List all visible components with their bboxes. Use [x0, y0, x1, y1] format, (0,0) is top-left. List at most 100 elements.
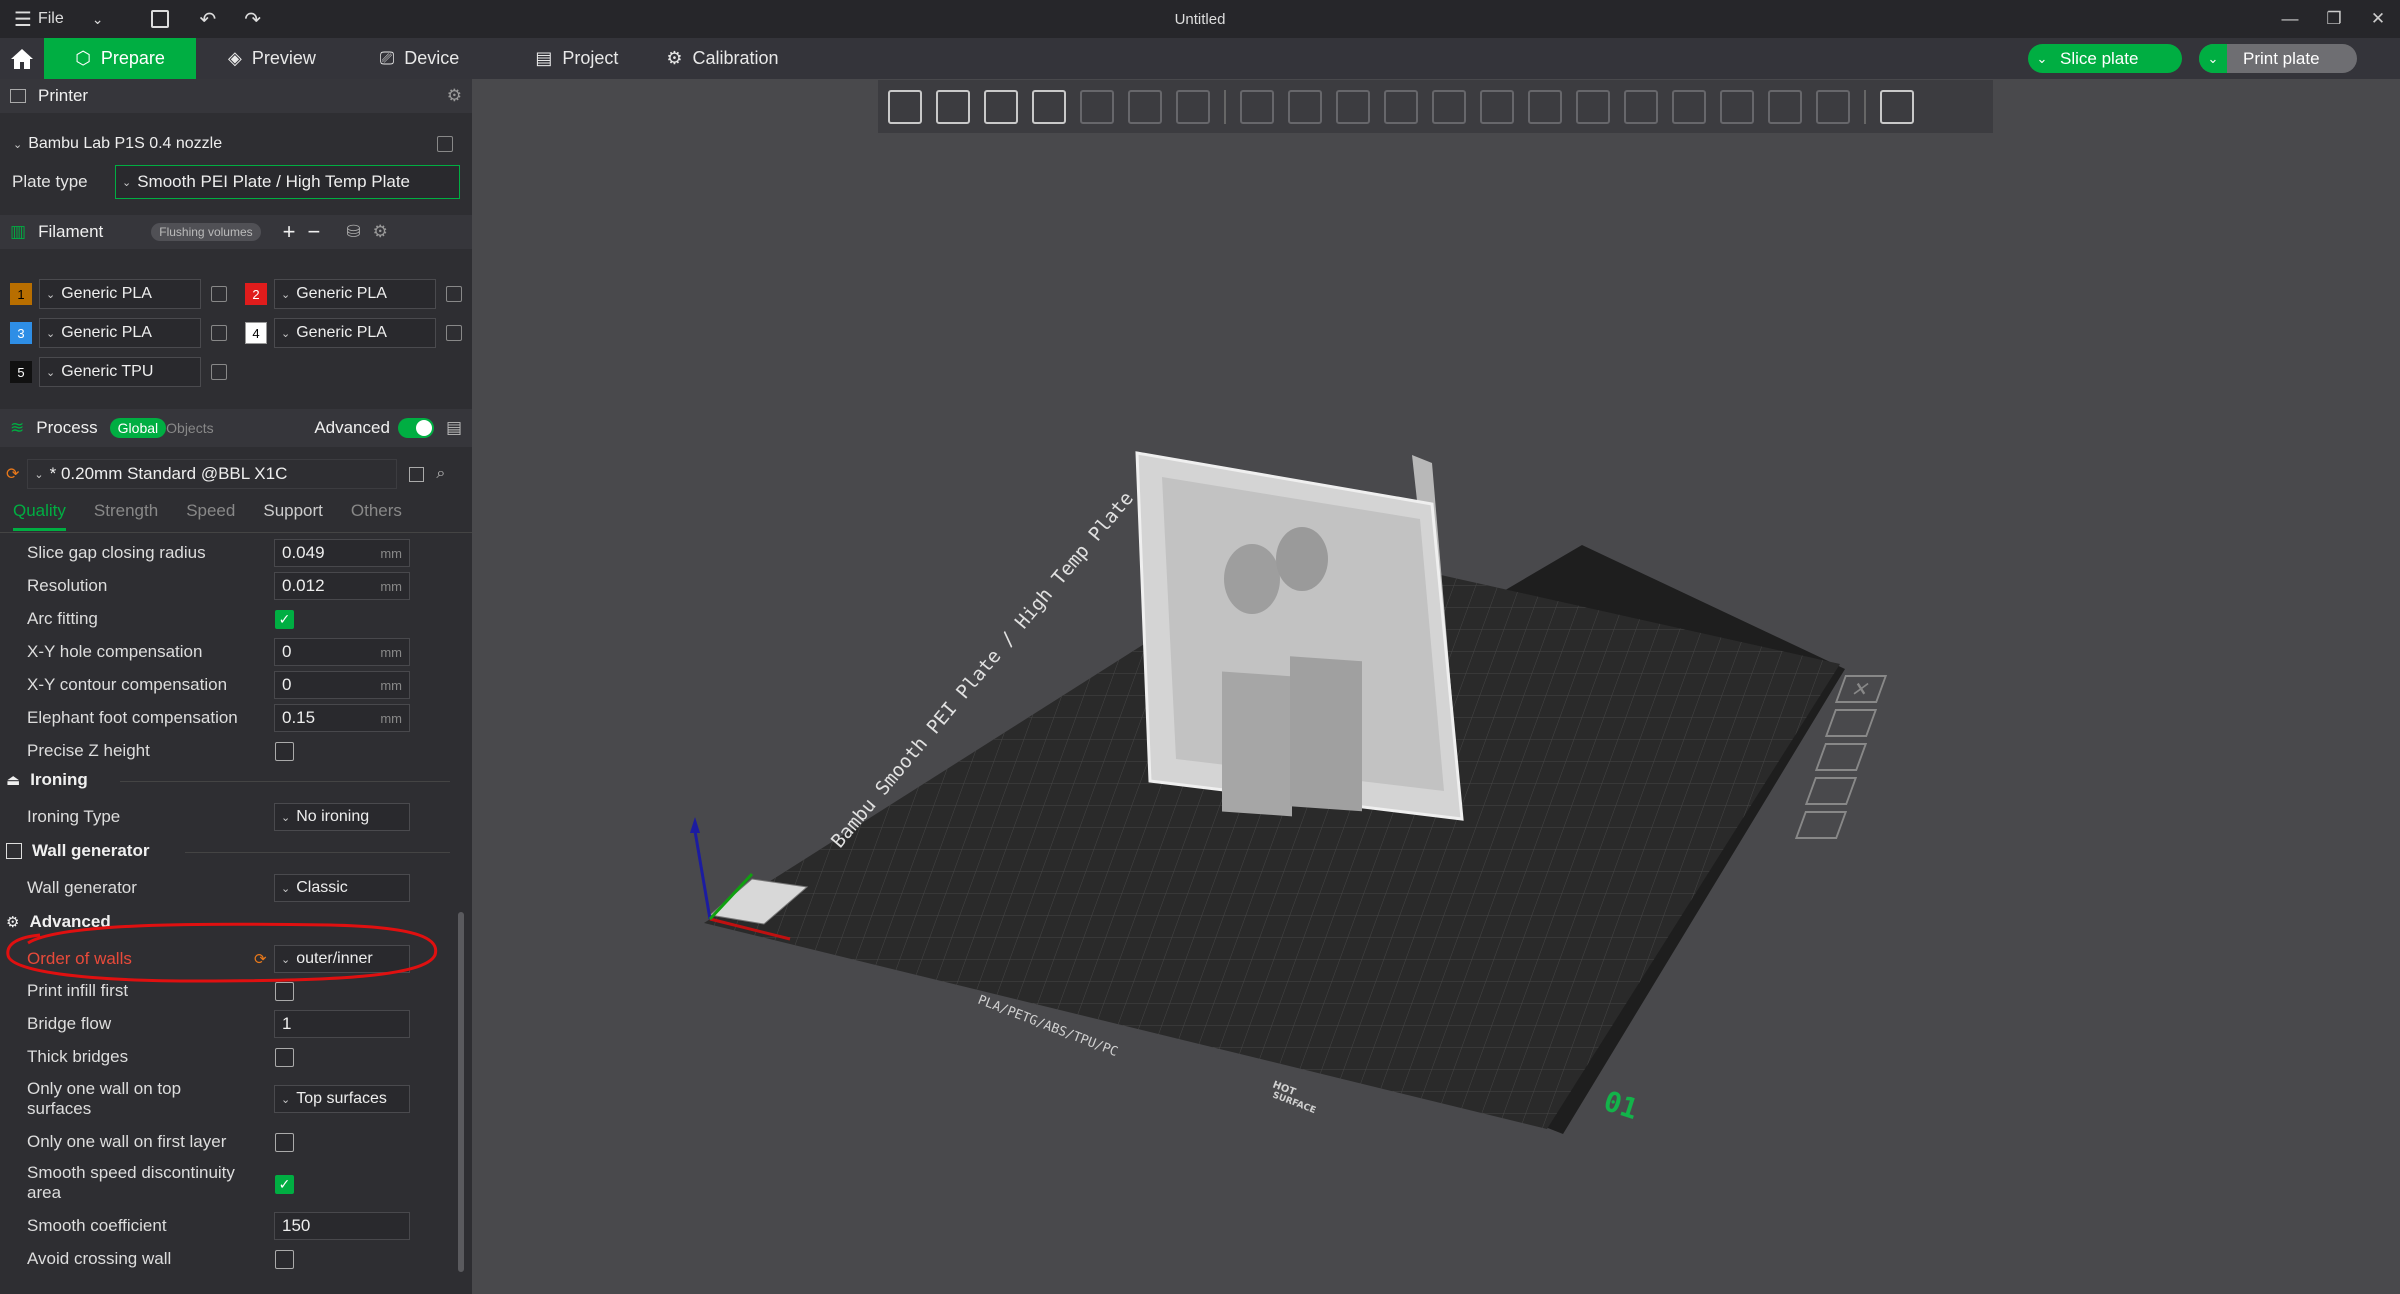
flushing-volumes-button[interactable]: Flushing volumes: [151, 223, 261, 241]
smooth-speed-checkbox[interactable]: ✓: [275, 1175, 294, 1194]
filament-color-swatch[interactable]: 4: [245, 322, 267, 344]
seam-painting-icon[interactable]: [1576, 89, 1610, 124]
setting-row: Wall generator ⌄ Classic: [0, 873, 455, 903]
slice-gap-input[interactable]: 0.049 mm: [274, 539, 410, 567]
xy-hole-input[interactable]: 0 mm: [274, 638, 410, 666]
sidebar-scrollbar[interactable]: [458, 912, 464, 1272]
edit-icon[interactable]: [211, 364, 227, 380]
redo-icon[interactable]: ↷: [244, 7, 261, 32]
filament-select[interactable]: ⌄ Generic PLA: [39, 279, 201, 309]
resolution-input[interactable]: 0.012 mm: [274, 572, 410, 600]
reset-icon[interactable]: ⟳: [6, 464, 19, 484]
filament-select[interactable]: ⌄ Generic PLA: [274, 318, 436, 348]
process-preset-select[interactable]: ⌄ * 0.20mm Standard @BBL X1C: [27, 459, 398, 489]
filament-color-swatch[interactable]: 1: [10, 283, 32, 305]
maximize-button[interactable]: ❐: [2312, 0, 2356, 38]
save-icon[interactable]: [151, 10, 170, 28]
wall-generator-select[interactable]: ⌄ Classic: [274, 874, 410, 902]
thick-bridges-checkbox[interactable]: [275, 1047, 294, 1067]
close-button[interactable]: ✕: [2356, 0, 2400, 38]
printer-preset-select[interactable]: ⌄ Bambu Lab P1S 0.4 nozzle: [6, 129, 431, 159]
remove-icon[interactable]: −: [307, 219, 320, 245]
avoid-crossing-checkbox[interactable]: [275, 1249, 294, 1269]
elephant-foot-input[interactable]: 0.15 mm: [274, 704, 410, 732]
arrange-icon[interactable]: [1032, 89, 1066, 124]
tab-device[interactable]: ⎚ Device: [356, 38, 483, 79]
one-wall-first-checkbox[interactable]: [275, 1132, 294, 1152]
global-toggle[interactable]: Global: [109, 418, 167, 438]
slice-plate-button[interactable]: ⌄ Slice plate: [2028, 44, 2182, 73]
filament-select[interactable]: ⌄ Generic PLA: [39, 318, 201, 348]
tab-support[interactable]: Support: [263, 501, 323, 531]
add-object-icon[interactable]: [888, 89, 922, 124]
tab-preview[interactable]: ◈ Preview: [204, 38, 340, 79]
minimize-button[interactable]: —: [2268, 0, 2312, 38]
title-bar: ☰ File ⌄ ↶ ↷ Untitled — ❐ ✕: [0, 0, 2400, 38]
add-plate-icon[interactable]: [936, 89, 970, 124]
tab-quality[interactable]: Quality: [13, 501, 66, 531]
edit-icon[interactable]: [211, 325, 227, 341]
chevron-down-icon[interactable]: ⌄: [2028, 44, 2056, 73]
search-icon[interactable]: ⌕: [436, 465, 445, 483]
lay-on-face-icon[interactable]: [1384, 89, 1418, 124]
sync-icon[interactable]: ⛁: [346, 222, 360, 242]
save-icon[interactable]: [409, 466, 425, 482]
split-parts-icon[interactable]: [1128, 89, 1162, 124]
3d-viewport[interactable]: Bambu Smooth PEI Plate / High Temp Plate…: [472, 79, 2400, 1294]
advanced-switch[interactable]: [397, 418, 434, 438]
one-wall-top-select[interactable]: ⌄ Top surfaces: [274, 1085, 410, 1113]
edit-icon[interactable]: [211, 286, 227, 302]
add-icon[interactable]: +: [283, 219, 296, 245]
variable-layer-icon[interactable]: [1816, 89, 1850, 124]
edit-icon[interactable]: [446, 286, 462, 302]
ironing-type-select[interactable]: ⌄ No ironing: [274, 803, 410, 831]
tab-speed[interactable]: Speed: [186, 501, 235, 531]
support-painting-icon[interactable]: [1528, 89, 1562, 124]
filament-select[interactable]: ⌄ Generic TPU: [39, 357, 201, 387]
filament-color-swatch[interactable]: 5: [10, 361, 32, 383]
color-painting-icon[interactable]: [1672, 89, 1706, 124]
filament-color-swatch[interactable]: 3: [10, 322, 32, 344]
cut-icon[interactable]: [1432, 89, 1466, 124]
bridge-flow-input[interactable]: 1: [274, 1010, 410, 1038]
tab-strength[interactable]: Strength: [94, 501, 158, 531]
print-plate-button[interactable]: ⌄ Print plate: [2199, 44, 2357, 73]
tab-prepare[interactable]: ⬡ Prepare: [44, 38, 196, 79]
tab-others[interactable]: Others: [351, 501, 402, 531]
objects-toggle[interactable]: Objects: [166, 420, 213, 436]
chevron-down-icon: ⌄: [34, 468, 44, 481]
file-menu[interactable]: ☰ File ⌄: [14, 7, 103, 32]
measure-icon[interactable]: [1720, 89, 1754, 124]
text-icon[interactable]: [1624, 89, 1658, 124]
chevron-down-icon[interactable]: ⌄: [2199, 44, 2227, 73]
arc-fitting-checkbox[interactable]: ✓: [275, 609, 294, 629]
gear-icon[interactable]: ⚙: [447, 86, 462, 106]
plate-type-select[interactable]: ⌄ Smooth PEI Plate / High Temp Plate: [115, 165, 460, 199]
xy-contour-input[interactable]: 0 mm: [274, 671, 410, 699]
gear-icon[interactable]: ⚙: [373, 222, 388, 242]
filament-slot: 1 ⌄ Generic PLA 2 ⌄ Generic PLA: [10, 279, 470, 309]
precise-z-checkbox[interactable]: [275, 741, 294, 761]
rotate-icon[interactable]: [1288, 89, 1322, 124]
move-icon[interactable]: [1240, 89, 1274, 124]
chevron-down-icon: ⌄: [122, 176, 132, 189]
smooth-coefficient-input[interactable]: 150: [274, 1212, 410, 1240]
home-button[interactable]: [0, 38, 44, 79]
tab-project[interactable]: ▤ Project: [511, 38, 642, 79]
filament-select[interactable]: ⌄ Generic PLA: [274, 279, 436, 309]
filament-color-swatch[interactable]: 2: [245, 283, 267, 305]
edit-icon[interactable]: [446, 325, 462, 341]
view-mode-icon[interactable]: [1880, 89, 1914, 124]
tab-calibration[interactable]: ⚙ Calibration: [642, 38, 802, 79]
scale-icon[interactable]: [1336, 89, 1370, 124]
assembly-icon[interactable]: [1768, 89, 1802, 124]
edit-icon[interactable]: [437, 136, 453, 152]
split-objects-icon[interactable]: [1080, 89, 1114, 124]
wall-icon: [6, 843, 22, 859]
layers-editing-icon[interactable]: [1176, 89, 1210, 124]
mesh-boolean-icon[interactable]: [1480, 89, 1514, 124]
printer-section-header: Printer ⚙: [0, 79, 472, 113]
undo-icon[interactable]: ↶: [199, 7, 216, 32]
list-icon[interactable]: ▤: [446, 418, 462, 438]
auto-orient-icon[interactable]: [984, 89, 1018, 124]
